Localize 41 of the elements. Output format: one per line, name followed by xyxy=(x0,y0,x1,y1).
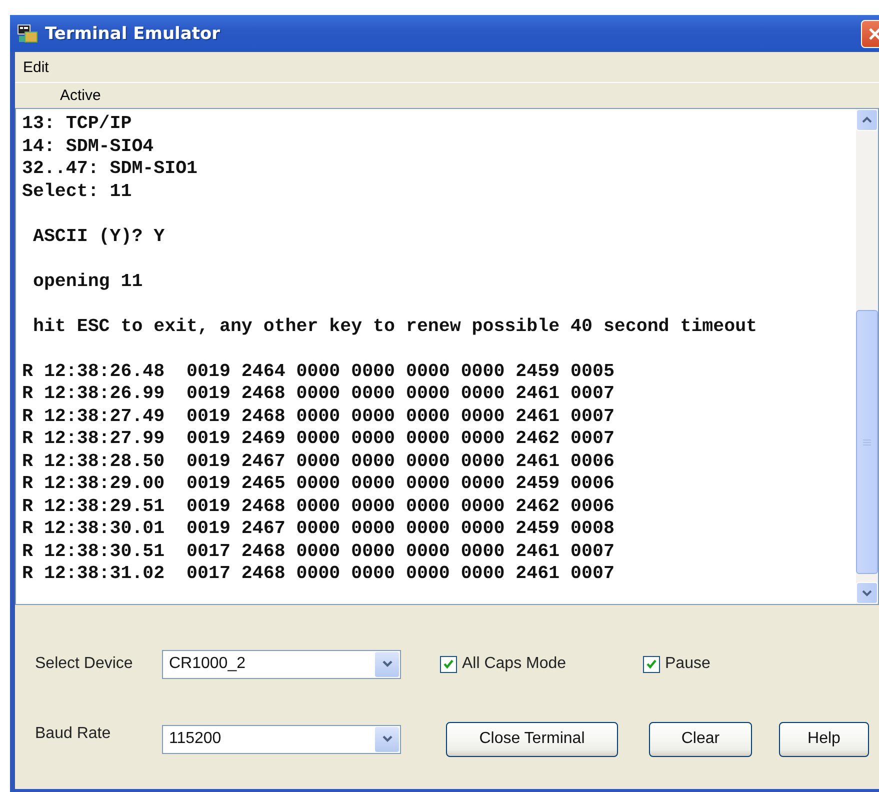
terminal-line: R 12:38:27.99 0019 2469 0000 0000 0000 0000 2462 0007 xyxy=(22,428,616,450)
push-button[interactable]: Clear xyxy=(649,722,752,756)
push-button[interactable]: Close Terminal xyxy=(446,722,618,756)
scroll-down-icon[interactable] xyxy=(862,589,872,597)
field-label: Baud Rate xyxy=(35,725,112,743)
terminal-line: R 12:38:27.49 0019 2468 0000 0000 0000 0000 2461 0007 xyxy=(22,406,616,428)
vertical-scrollbar[interactable] xyxy=(856,109,878,604)
terminal-line: R 12:38:30.01 0019 2467 0000 0000 0000 0000 2459 0008 xyxy=(22,518,616,540)
terminal-line: 32..47: SDM-SIO1 xyxy=(22,158,199,180)
window-title: Terminal Emulator xyxy=(45,24,222,44)
checkbox[interactable] xyxy=(643,656,660,672)
terminal-line: opening 11 xyxy=(32,270,144,293)
scroll-up-icon[interactable] xyxy=(862,116,872,124)
terminal-line: ASCII (Y)? Y xyxy=(32,226,166,248)
terminal-line: R 12:38:26.99 0019 2468 0000 0000 0000 0000 2461 0007 xyxy=(22,383,616,406)
checkbox-label: Pause xyxy=(665,655,710,673)
menu-item[interactable]: Edit xyxy=(20,58,52,76)
terminal-line: Select: 11 xyxy=(22,180,133,203)
grip-icon xyxy=(863,438,871,446)
dropdown-caret-icon xyxy=(375,652,399,676)
close-icon xyxy=(868,26,879,40)
push-button[interactable]: Help xyxy=(779,722,869,756)
terminal-line: hit ESC to exit, any other key to renew possible 40 second timeout xyxy=(32,316,758,338)
field-label: Select Device xyxy=(35,655,134,673)
status-label: Active xyxy=(60,87,101,104)
checkmark-icon xyxy=(646,659,657,669)
terminal-line: R 12:38:31.02 0017 2468 0000 0000 0000 0000 2461 0007 xyxy=(22,563,616,586)
dropdown[interactable]: CR1000_2 xyxy=(162,650,401,678)
computer-icon xyxy=(17,24,39,44)
terminal-line: R 12:38:29.00 0019 2465 0000 0000 0000 0000 2459 0006 xyxy=(22,473,616,496)
dropdown-caret-icon xyxy=(375,726,399,752)
terminal-line: 13: TCP/IP xyxy=(22,113,133,136)
checkbox[interactable] xyxy=(440,656,457,672)
terminal-line: R 12:38:29.51 0019 2468 0000 0000 0000 0000 2462 0006 xyxy=(22,496,616,518)
dropdown[interactable]: 115200 xyxy=(162,724,401,754)
terminal-line: R 12:38:26.48 0019 2464 0000 0000 0000 0000 2459 0005 xyxy=(22,360,616,383)
terminal-line: 14: SDM-SIO4 xyxy=(22,136,155,158)
checkbox-label: All Caps Mode xyxy=(462,655,566,673)
checkmark-icon xyxy=(443,659,454,669)
terminal-line: R 12:38:30.51 0017 2468 0000 0000 0000 0000 2461 0007 xyxy=(22,540,616,563)
terminal-line: R 12:38:28.50 0019 2467 0000 0000 0000 0000 2461 0006 xyxy=(22,450,616,473)
